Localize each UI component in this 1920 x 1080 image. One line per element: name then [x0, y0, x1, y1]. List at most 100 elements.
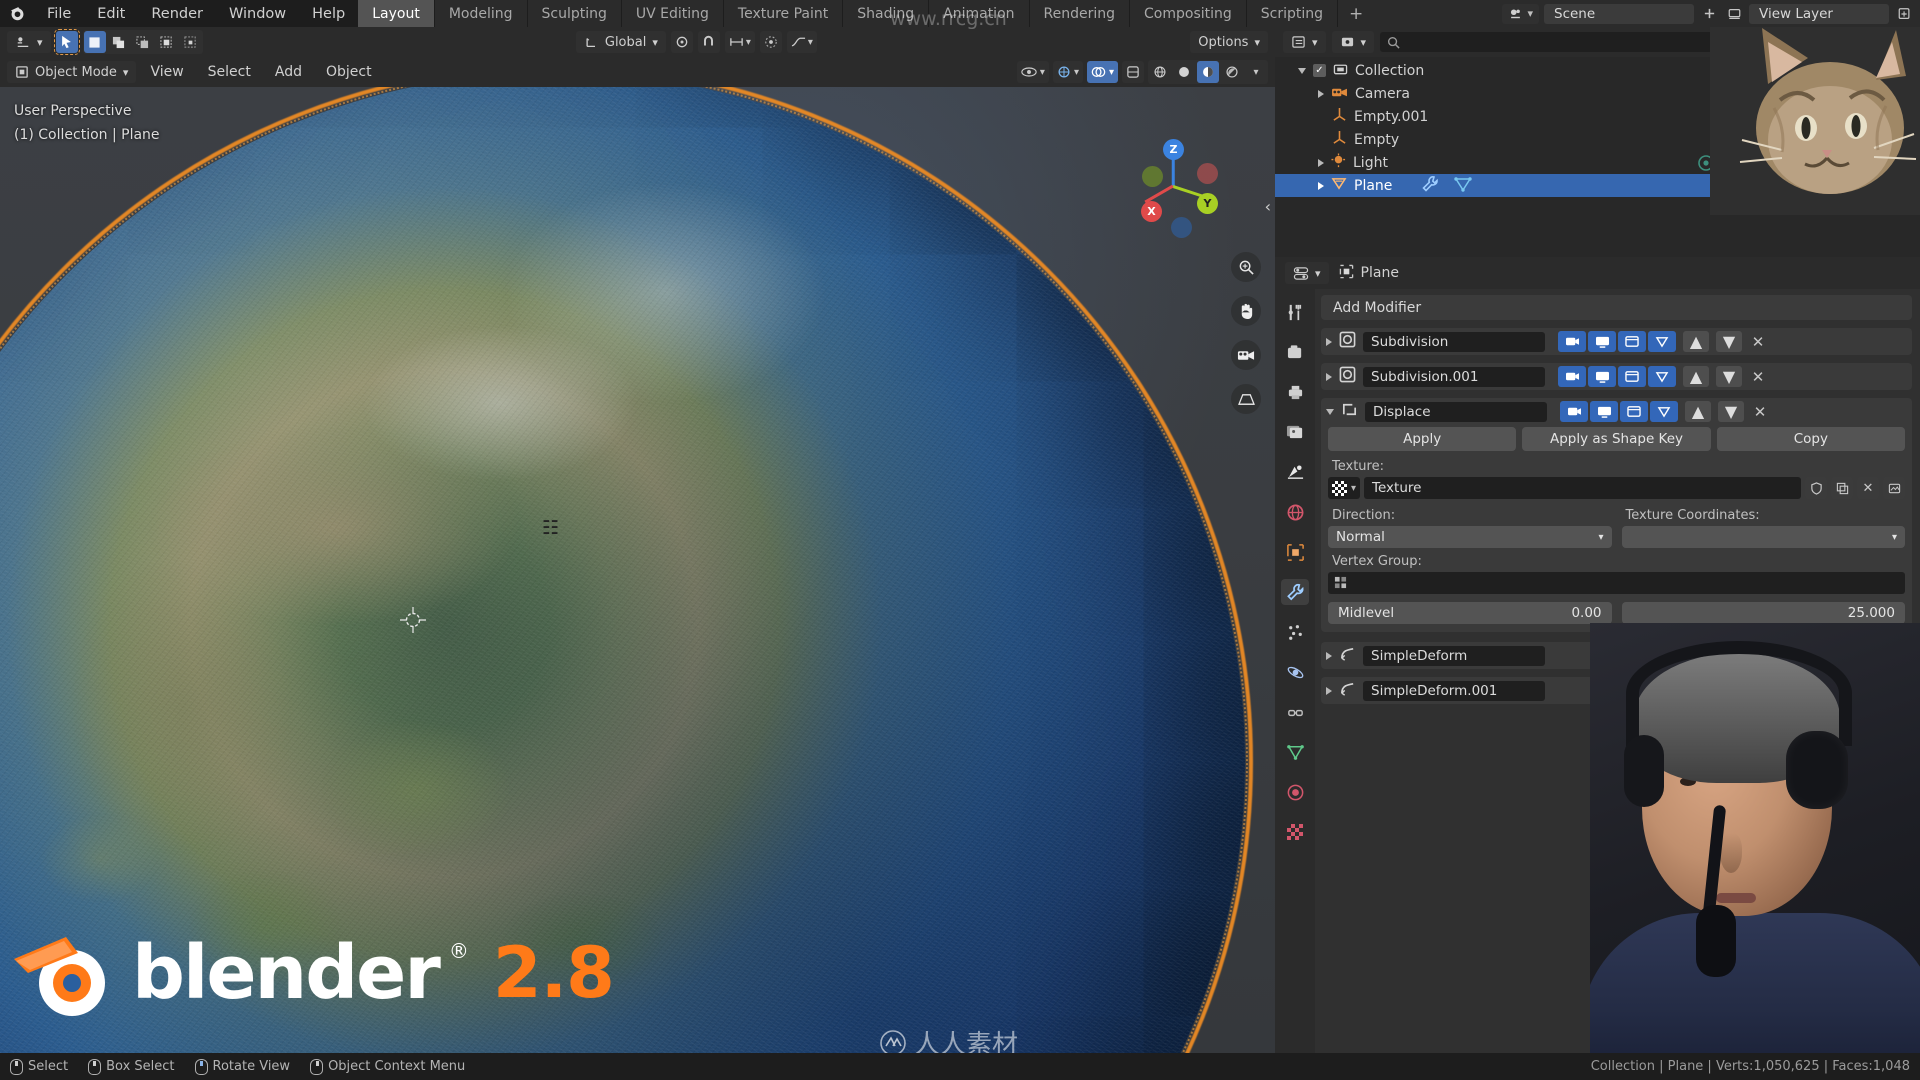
move-up-icon[interactable]: ▲ [1683, 331, 1709, 352]
apply-button[interactable]: Apply [1328, 427, 1517, 451]
tab-rendering[interactable]: Rendering [1029, 0, 1131, 27]
disclosure-triangle-icon[interactable] [1326, 651, 1332, 660]
pivot-point-icon[interactable] [670, 31, 693, 53]
tab-scripting[interactable]: Scripting [1246, 0, 1339, 27]
gizmo-axis-x[interactable]: X [1141, 201, 1162, 222]
close-icon[interactable]: ✕ [1751, 401, 1769, 422]
move-up-icon[interactable]: ▲ [1683, 366, 1709, 387]
tab-layout[interactable]: Layout [358, 0, 435, 27]
tab-texture-paint[interactable]: Texture Paint [723, 0, 844, 27]
object-mode-selector[interactable]: Object Mode ▾ [7, 61, 137, 83]
view-layer-icon[interactable] [1724, 5, 1744, 23]
shading-options-chevron-icon[interactable]: ▾ [1245, 61, 1267, 83]
select-intersect-tool-icon[interactable] [179, 31, 202, 53]
snap-options-icon[interactable]: ▾ [724, 31, 755, 53]
disclosure-triangle-icon[interactable] [1326, 372, 1332, 381]
select-invert-tool-icon[interactable] [155, 31, 178, 53]
close-icon[interactable]: ✕ [1749, 366, 1767, 387]
move-down-icon[interactable]: ▼ [1716, 331, 1742, 352]
disclosure-triangle-icon[interactable] [1326, 408, 1334, 415]
texture-name-field[interactable]: Texture [1364, 477, 1801, 499]
disclosure-triangle-icon[interactable] [1326, 686, 1332, 695]
on-cage-icon[interactable] [1648, 331, 1676, 352]
apply-as-shape-key-button[interactable]: Apply as Shape Key [1522, 427, 1711, 451]
vertex-group-field[interactable] [1328, 572, 1905, 594]
disclosure-triangle-icon[interactable] [1326, 337, 1332, 346]
scene-tab-icon[interactable] [1281, 459, 1309, 485]
blender-logo-icon[interactable] [0, 0, 34, 27]
modifier-header[interactable]: Subdivision ▲ ▼ ✕ [1321, 328, 1912, 355]
scene-data-icon[interactable]: ▾ [1502, 3, 1539, 24]
tool-tab-icon[interactable] [1281, 299, 1309, 325]
object-tab-icon[interactable] [1281, 539, 1309, 565]
outliner-editor-type-icon[interactable]: ▾ [1283, 31, 1326, 53]
tab-modeling[interactable]: Modeling [434, 0, 528, 27]
disclosure-triangle-icon[interactable] [1318, 89, 1324, 98]
modifier-name-field[interactable]: Subdivision [1363, 331, 1545, 352]
move-up-icon[interactable]: ▲ [1685, 401, 1711, 422]
gizmo-axis-z[interactable]: Z [1163, 139, 1184, 160]
tab-compositing[interactable]: Compositing [1130, 0, 1247, 27]
viewport-menu-object[interactable]: Object [316, 64, 382, 80]
toggle-perspective-icon[interactable] [1231, 384, 1261, 414]
modifier-name-field[interactable]: Displace [1365, 401, 1547, 422]
world-tab-icon[interactable] [1281, 499, 1309, 525]
render-display-icon[interactable] [1558, 331, 1586, 352]
modifier-panel-subdivision-001[interactable]: Subdivision.001 ▲ ▼ ✕ [1321, 363, 1912, 390]
modifier-name-field[interactable]: Subdivision.001 [1363, 366, 1545, 387]
realtime-display-icon[interactable] [1588, 331, 1616, 352]
viewport-menu-view[interactable]: View [140, 64, 193, 80]
proportional-falloff-icon[interactable]: ▾ [786, 31, 817, 53]
select-box-tool-icon[interactable] [83, 31, 106, 53]
move-down-icon[interactable]: ▼ [1718, 401, 1744, 422]
viewport-canvas[interactable]: ☷ User Perspective (1) Collection | Plan… [0, 87, 1275, 1053]
modifier-panel-subdivision[interactable]: Subdivision ▲ ▼ ✕ [1321, 328, 1912, 355]
menu-window[interactable]: Window [216, 0, 299, 27]
rendered-shading-icon[interactable] [1221, 61, 1243, 83]
new-scene-icon[interactable] [1699, 5, 1719, 23]
snap-magnet-icon[interactable] [697, 31, 720, 53]
on-cage-icon[interactable] [1648, 366, 1676, 387]
navigation-gizmo[interactable]: Z Y X [1129, 139, 1219, 238]
menu-file[interactable]: File [34, 0, 84, 27]
texture-coordinates-selector[interactable]: ▾ [1621, 526, 1905, 548]
view-layer-name-field[interactable]: View Layer [1749, 3, 1889, 24]
viewport-options-dropdown[interactable]: Options ▾ [1190, 31, 1268, 53]
visibility-icon[interactable]: ▾ [1016, 61, 1049, 83]
edit-mode-icon[interactable] [1618, 331, 1646, 352]
tool-settings-icon[interactable]: ▾ [7, 31, 51, 53]
gizmo-axis-y[interactable]: Y [1197, 193, 1218, 214]
gizmo-axis-neg-y[interactable] [1142, 166, 1163, 187]
tab-uv-editing[interactable]: UV Editing [621, 0, 724, 27]
gizmo-axis-neg-z[interactable] [1171, 217, 1192, 238]
select-extend-tool-icon[interactable] [107, 31, 130, 53]
edit-mode-icon[interactable] [1620, 401, 1648, 422]
gizmo-icon[interactable]: ▾ [1052, 61, 1083, 83]
unlink-x-icon[interactable]: ✕ [1857, 477, 1879, 499]
menu-edit[interactable]: Edit [84, 0, 138, 27]
material-preview-shading-icon[interactable] [1197, 61, 1219, 83]
add-modifier-button[interactable]: Add Modifier [1321, 295, 1912, 320]
material-tab-icon[interactable] [1281, 779, 1309, 805]
modifier-name-field[interactable]: SimpleDeform.001 [1363, 680, 1545, 701]
particles-tab-icon[interactable] [1281, 619, 1309, 645]
realtime-display-icon[interactable] [1590, 401, 1618, 422]
pan-hand-icon[interactable] [1231, 296, 1261, 326]
texture-tab-icon[interactable] [1281, 819, 1309, 845]
direction-selector[interactable]: Normal ▾ [1328, 526, 1612, 548]
modifier-header[interactable]: Displace ▲ ▼ ✕ [1321, 398, 1912, 425]
zoom-icon[interactable] [1231, 252, 1261, 282]
render-display-icon[interactable] [1558, 366, 1586, 387]
collection-checkbox[interactable]: ✓ [1313, 64, 1326, 77]
modifier-panel-displace[interactable]: Displace ▲ ▼ ✕ Apply Apply as Shape Key … [1321, 398, 1912, 632]
modifier-wrench-icon[interactable] [1421, 175, 1441, 197]
output-tab-icon[interactable] [1281, 379, 1309, 405]
xray-icon[interactable] [1122, 61, 1144, 83]
midlevel-slider[interactable]: Midlevel 0.00 [1328, 602, 1612, 624]
select-subtract-tool-icon[interactable] [131, 31, 154, 53]
menu-render[interactable]: Render [138, 0, 216, 27]
menu-help[interactable]: Help [299, 0, 358, 27]
close-icon[interactable]: ✕ [1749, 331, 1767, 352]
properties-editor-type-icon[interactable]: ▾ [1285, 262, 1329, 284]
move-down-icon[interactable]: ▼ [1716, 366, 1742, 387]
